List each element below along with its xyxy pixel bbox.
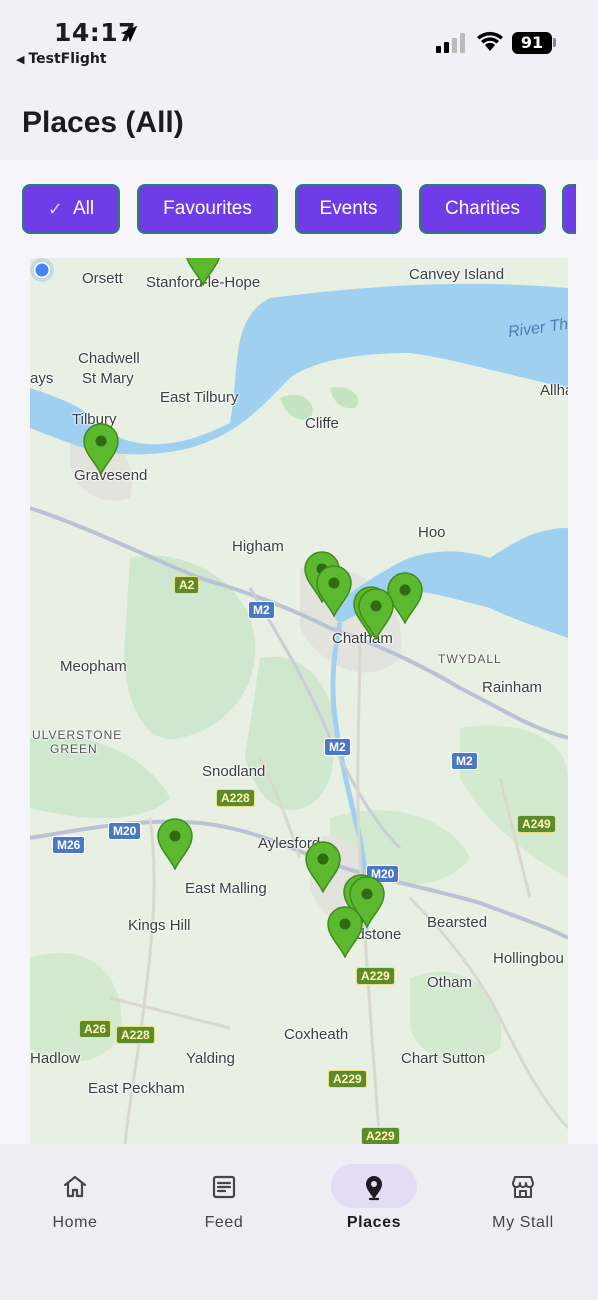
place-pin[interactable] [156, 818, 194, 870]
road-shield-a2: A2 [174, 576, 200, 594]
filter-chip-all[interactable]: ✓ All [22, 184, 120, 234]
filter-chip-charities[interactable]: Charities [419, 184, 546, 234]
filter-chip-label: Events [319, 198, 378, 219]
battery-nub [553, 38, 556, 47]
map-label-hollingbourne: Hollingbou [493, 950, 564, 967]
filter-chip-favourites[interactable]: Favourites [137, 184, 278, 234]
map-label-yalding: Yalding [186, 1050, 235, 1067]
current-location-dot [30, 258, 54, 282]
map-label-chart-sutton: Chart Sutton [401, 1050, 486, 1067]
map-base [30, 283, 568, 1144]
filter-chip-label: Charities [445, 198, 520, 219]
back-app-label: TestFlight [28, 51, 107, 67]
road-shield-m2: M2 [451, 752, 478, 770]
road-shield-a229: A229 [356, 967, 395, 985]
home-icon [63, 1175, 87, 1198]
map-label-meopham: Meopham [60, 658, 127, 675]
place-pin[interactable] [357, 588, 395, 640]
back-triangle-icon: ◀ [16, 53, 25, 66]
place-pin[interactable] [326, 906, 364, 958]
nav-item-feed[interactable]: Feed [159, 1164, 289, 1244]
cellular-signal-icon [436, 33, 465, 53]
stall-icon [512, 1176, 534, 1198]
nav-item-home[interactable]: Home [10, 1164, 140, 1244]
map-label-coxheath: Coxheath [284, 1026, 349, 1043]
map-label-grays: ays [30, 370, 54, 387]
wifi-icon [477, 31, 503, 51]
road-shield-m26: M26 [52, 836, 86, 854]
nav-item-places[interactable]: Places [309, 1164, 439, 1244]
map-label-hadlow: Hadlow [30, 1050, 81, 1067]
road-shield-m2: M2 [324, 738, 351, 756]
map-label-chadwell: Chadwell [78, 350, 140, 367]
map-label-east-peckham: East Peckham [88, 1080, 185, 1097]
map-label-cliffe: Cliffe [305, 415, 339, 432]
nav-label: My Stall [492, 1214, 554, 1231]
location-arrow-icon [120, 25, 138, 43]
filter-chip-row[interactable]: ✓ All Favourites Events Charities [0, 182, 576, 236]
app-header: Places (All) [0, 80, 598, 160]
map-view[interactable]: Orsett Stanford-le-Hope Canvey Island Ri… [30, 258, 568, 1144]
location-pin-icon [366, 1176, 382, 1201]
map-label-otham: Otham [427, 974, 473, 991]
map-label-hoo: Hoo [418, 524, 446, 541]
map-label-allhallows: Allha [540, 382, 568, 399]
place-pin[interactable] [315, 565, 353, 617]
road-shield-m20: M20 [108, 822, 142, 840]
road-shield-a26: A26 [79, 1020, 112, 1038]
back-to-app-link[interactable]: ◀ TestFlight [16, 51, 107, 67]
road-shield-m2: M2 [248, 601, 275, 619]
map-label-kings-hill: Kings Hill [128, 917, 191, 934]
filter-chip-events[interactable]: Events [295, 184, 402, 234]
map-label-higham: Higham [232, 538, 284, 555]
map-label-bearsted: Bearsted [427, 914, 488, 931]
status-bar: 14:17 ◀ TestFlight 91 [0, 0, 598, 80]
filter-chip-label: Favourites [163, 198, 252, 219]
checkmark-icon: ✓ [47, 198, 63, 219]
place-pin[interactable] [184, 258, 222, 286]
map-label-st-mary: St Mary [82, 370, 134, 387]
nav-label: Feed [204, 1214, 244, 1231]
nav-label: Home [52, 1214, 98, 1231]
map-label-canvey-island: Canvey Island [409, 266, 505, 283]
place-pin[interactable] [82, 423, 120, 475]
road-shield-a228: A228 [216, 789, 255, 807]
place-pin[interactable] [304, 841, 342, 893]
map-label-east-tilbury: East Tilbury [160, 389, 239, 406]
nav-item-my-stall[interactable]: My Stall [458, 1164, 588, 1244]
road-shield-a249: A249 [517, 815, 556, 833]
road-shield-a229: A229 [328, 1070, 367, 1088]
map-label-twydall: TWYDALL [438, 652, 502, 666]
road-shield-a228: A228 [116, 1026, 155, 1044]
map-label-orsett: Orsett [82, 270, 123, 287]
filter-chip-label: All [72, 198, 95, 219]
map-label-rainham: Rainham [482, 679, 543, 696]
map-label-green: GREEN [50, 742, 98, 756]
map-label-east-malling: East Malling [185, 880, 267, 897]
road-shield-a229: A229 [361, 1127, 400, 1144]
map-label-snodland: Snodland [202, 763, 266, 780]
battery-indicator: 91 [512, 32, 552, 54]
nav-label: Places [346, 1214, 402, 1231]
bottom-navigation: Home Feed Places My Stall [0, 1144, 598, 1300]
feed-icon [212, 1175, 236, 1199]
map-label-culverstone: ULVERSTONE [32, 728, 123, 742]
filter-chip-overflow[interactable] [562, 184, 576, 234]
page-title: Places (All) [22, 106, 184, 139]
